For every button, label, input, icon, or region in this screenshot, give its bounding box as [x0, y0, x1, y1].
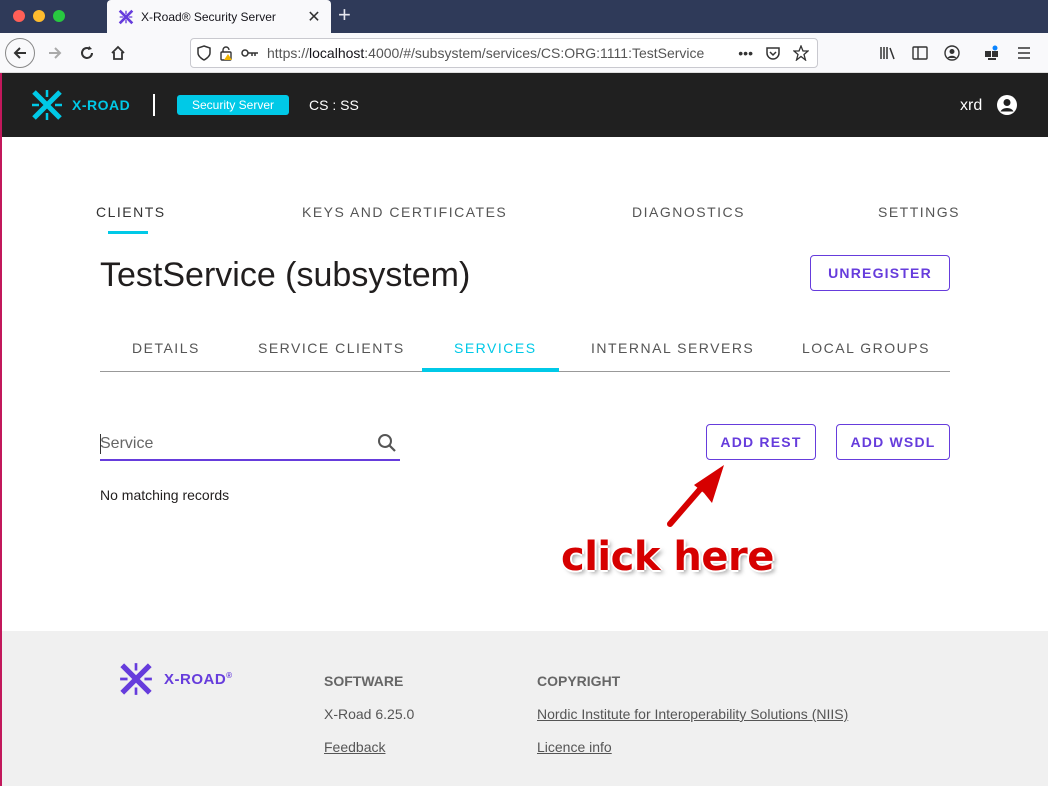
feedback-link[interactable]: Feedback [324, 739, 385, 755]
app-header: X-ROAD Security Server CS : SS xrd [0, 73, 1048, 137]
zoom-window-button[interactable] [53, 10, 65, 22]
copyright-heading: COPYRIGHT [537, 673, 621, 689]
footer-logo-reg: ® [226, 670, 233, 680]
text-caret [100, 434, 101, 454]
hamburger-menu-icon[interactable] [1013, 42, 1035, 64]
url-rest: :4000/#/subsystem/services/CS:ORG:1111:T… [364, 45, 705, 61]
tab-settings[interactable]: SETTINGS [878, 204, 960, 220]
tab-keys-and-certificates[interactable]: KEYS AND CERTIFICATES [302, 204, 507, 220]
browser-navbar: https://localhost:4000/#/subsystem/servi… [0, 33, 1048, 73]
tab-title: X-Road® Security Server [141, 9, 276, 24]
xroad-footer-logo-icon [120, 663, 152, 695]
tab-local-groups[interactable]: LOCAL GROUPS [802, 340, 930, 356]
new-tab-button[interactable]: + [338, 3, 351, 27]
server-type-badge: Security Server [177, 95, 289, 115]
subsystem-tabs: DETAILS SERVICE CLIENTS SERVICES INTERNA… [100, 328, 950, 372]
forward-arrow-icon [49, 47, 62, 59]
tab-close-icon[interactable]: ✕ [307, 7, 321, 27]
extensions-icon[interactable] [981, 42, 1003, 64]
minimize-window-button[interactable] [33, 10, 45, 22]
main-content: CLIENTS KEYS AND CERTIFICATES DIAGNOSTIC… [0, 137, 1048, 631]
tab-services[interactable]: SERVICES [454, 340, 537, 356]
url-text[interactable]: https://localhost:4000/#/subsystem/servi… [267, 45, 738, 61]
url-bar[interactable]: https://localhost:4000/#/subsystem/servi… [190, 38, 818, 68]
empty-state-text: No matching records [100, 487, 230, 503]
forward-button[interactable] [40, 38, 70, 68]
reload-button[interactable] [72, 38, 102, 68]
user-account-icon[interactable] [996, 94, 1018, 116]
logo-text: X-ROAD [72, 97, 131, 113]
home-icon [111, 45, 125, 60]
tab-clients[interactable]: CLIENTS [96, 204, 166, 220]
software-heading: SOFTWARE [324, 673, 404, 689]
service-search-input[interactable] [100, 435, 370, 453]
annotation-arrow-icon [665, 463, 726, 529]
url-host: localhost [309, 45, 365, 61]
service-search-field[interactable] [100, 427, 400, 461]
close-window-button[interactable] [13, 10, 25, 22]
library-icon[interactable] [877, 42, 899, 64]
click-here-annotation: click here [561, 534, 774, 580]
tab-details[interactable]: DETAILS [132, 340, 200, 356]
licence-link[interactable]: Licence info [537, 739, 612, 755]
footer-logo-name: X-ROAD [164, 670, 227, 688]
tab-service-clients[interactable]: SERVICE CLIENTS [258, 340, 405, 356]
page-actions-icon[interactable]: ••• [738, 45, 753, 61]
version-text: X-Road 6.25.0 [324, 706, 415, 722]
key-icon[interactable] [241, 47, 259, 59]
active-tab-indicator [108, 231, 148, 234]
xroad-logo-icon [32, 90, 62, 120]
home-button[interactable] [103, 38, 133, 68]
tab-internal-servers[interactable]: INTERNAL SERVERS [591, 340, 754, 356]
browser-tabbar: X-Road® Security Server ✕ + [0, 0, 1048, 33]
unregister-button[interactable]: UNREGISTER [810, 255, 950, 291]
xroad-logo[interactable]: X-ROAD [30, 88, 130, 122]
footer-logo: X-ROAD® [118, 661, 233, 697]
pocket-icon[interactable] [765, 45, 781, 61]
account-icon[interactable] [941, 42, 963, 64]
url-prefix: https:// [267, 45, 310, 61]
niis-link[interactable]: Nordic Institute for Interoperability So… [537, 706, 848, 722]
insecure-lock-icon[interactable] [219, 45, 233, 61]
footer: X-ROAD® SOFTWARE X-Road 6.25.0 Feedback … [0, 631, 1048, 786]
tab-diagnostics[interactable]: DIAGNOSTICS [632, 204, 745, 220]
search-icon[interactable] [377, 433, 397, 453]
active-subtab-indicator [422, 368, 559, 372]
header-divider [153, 94, 155, 116]
browser-tab[interactable]: X-Road® Security Server ✕ [107, 0, 331, 33]
footer-logo-text: X-ROAD® [164, 671, 233, 688]
sidebar-icon[interactable] [909, 42, 931, 64]
xroad-favicon-icon [118, 9, 134, 24]
bookmark-star-icon[interactable] [793, 45, 809, 61]
username[interactable]: xrd [960, 97, 982, 115]
add-rest-button[interactable]: ADD REST [706, 424, 816, 460]
reload-icon [81, 46, 93, 59]
instance-label: CS : SS [309, 97, 359, 113]
shield-icon[interactable] [197, 45, 211, 61]
back-arrow-icon [13, 47, 26, 59]
page-title: TestService (subsystem) [100, 256, 471, 294]
back-button[interactable] [5, 38, 35, 68]
add-wsdl-button[interactable]: ADD WSDL [836, 424, 950, 460]
